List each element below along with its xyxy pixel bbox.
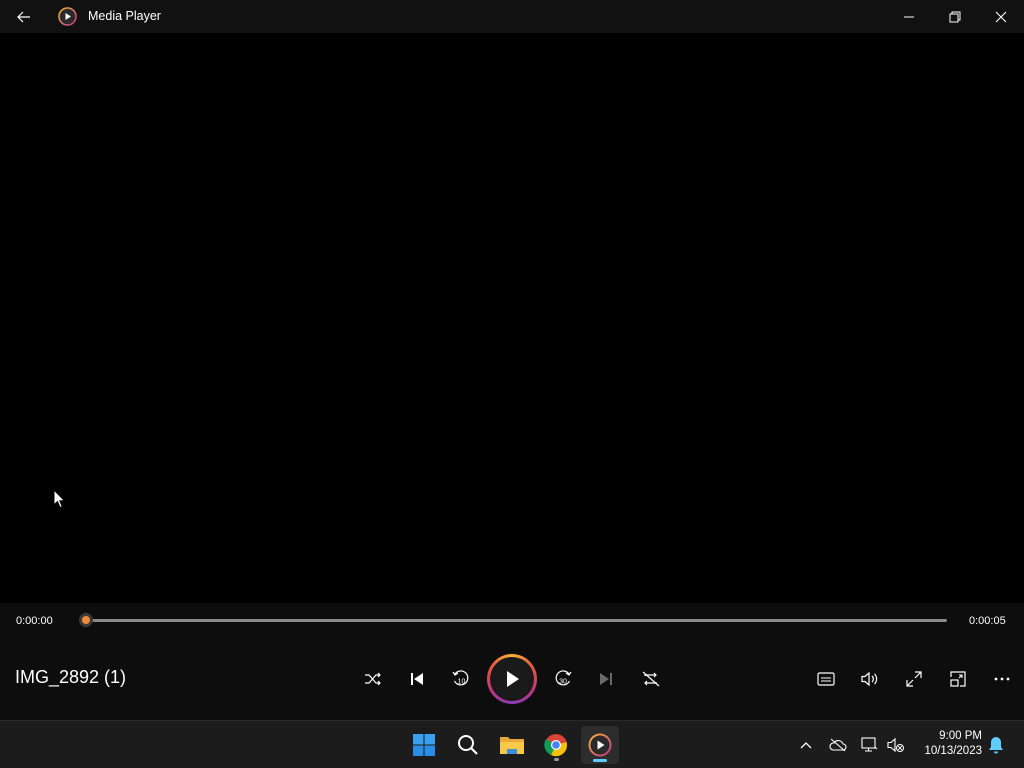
current-time: 0:00:00 <box>16 615 53 627</box>
show-hidden-icons-button[interactable] <box>794 733 818 757</box>
total-time: 0:00:05 <box>969 615 1006 627</box>
video-surface[interactable] <box>0 33 1024 603</box>
windows-logo-icon <box>413 734 435 756</box>
search-button[interactable] <box>449 726 487 764</box>
restore-icon <box>949 11 961 22</box>
back-arrow-icon[interactable] <box>10 6 38 28</box>
seek-thumb[interactable] <box>79 613 93 627</box>
player-controls: 0:00:00 0:00:05 IMG_2892 (1) 10 30 <box>0 603 1024 720</box>
miniplayer-icon <box>950 671 966 687</box>
skip-forward-seconds: 30 <box>559 679 567 686</box>
chrome-running-indicator <box>554 758 559 761</box>
notifications-button[interactable] <box>984 733 1008 757</box>
mouse-cursor-icon <box>53 488 67 509</box>
skip-forward-30-icon: 30 <box>555 670 572 686</box>
search-icon <box>458 735 478 755</box>
media-player-taskbar-button[interactable] <box>581 726 619 764</box>
previous-icon <box>411 673 423 685</box>
shuffle-icon <box>365 672 381 686</box>
restore-button[interactable] <box>932 0 978 33</box>
miniplayer-button[interactable] <box>941 664 975 694</box>
volume-muted-icon <box>887 737 904 753</box>
captions-icon <box>817 672 835 686</box>
skip-back-seconds: 10 <box>458 679 466 686</box>
media-player-icon <box>588 733 612 757</box>
media-title: IMG_2892 (1) <box>15 667 127 687</box>
play-icon <box>507 671 519 687</box>
volume-tray-icon[interactable] <box>884 733 908 757</box>
repeat-button[interactable] <box>634 664 668 694</box>
close-button[interactable] <box>978 0 1024 33</box>
title-bar: Media Player <box>0 0 1024 33</box>
shuffle-button[interactable] <box>356 664 390 694</box>
volume-button[interactable] <box>853 664 887 694</box>
file-explorer-button[interactable] <box>493 726 531 764</box>
active-app-indicator <box>593 759 607 762</box>
play-button-inner <box>490 657 534 701</box>
skip-forward-button[interactable]: 30 <box>546 664 580 694</box>
captions-button[interactable] <box>809 664 843 694</box>
network-tray-icon[interactable] <box>857 733 881 757</box>
fullscreen-button[interactable] <box>897 664 931 694</box>
repeat-icon <box>642 671 660 687</box>
more-options-button[interactable] <box>985 664 1019 694</box>
minimize-icon <box>904 16 914 17</box>
chrome-button[interactable] <box>537 726 575 764</box>
folder-icon <box>500 737 524 754</box>
taskbar: 9:00 PM 10/13/2023 <box>0 720 1024 768</box>
media-player-logo-icon <box>58 7 77 26</box>
minimize-button[interactable] <box>886 0 932 33</box>
seek-bar[interactable] <box>86 619 947 622</box>
play-button[interactable] <box>487 654 537 704</box>
chrome-icon <box>544 734 567 757</box>
fullscreen-icon <box>906 671 922 687</box>
next-button[interactable] <box>589 664 623 694</box>
volume-icon <box>861 671 878 687</box>
onedrive-tray-icon[interactable] <box>826 733 850 757</box>
next-icon <box>600 673 612 685</box>
app-title: Media Player <box>88 9 161 23</box>
more-icon <box>994 677 1010 681</box>
bell-icon <box>989 737 1003 754</box>
cloud-offline-icon <box>829 738 847 752</box>
clock-time: 9:00 PM <box>939 730 982 742</box>
chevron-up-icon <box>800 742 812 749</box>
previous-button[interactable] <box>400 664 434 694</box>
system-clock[interactable]: 9:00 PM 10/13/2023 <box>912 729 982 759</box>
network-icon <box>861 737 878 752</box>
skip-back-10-icon: 10 <box>452 670 469 686</box>
clock-date: 10/13/2023 <box>924 745 982 757</box>
close-icon <box>995 11 1007 22</box>
start-button[interactable] <box>405 726 443 764</box>
skip-back-button[interactable]: 10 <box>444 664 478 694</box>
